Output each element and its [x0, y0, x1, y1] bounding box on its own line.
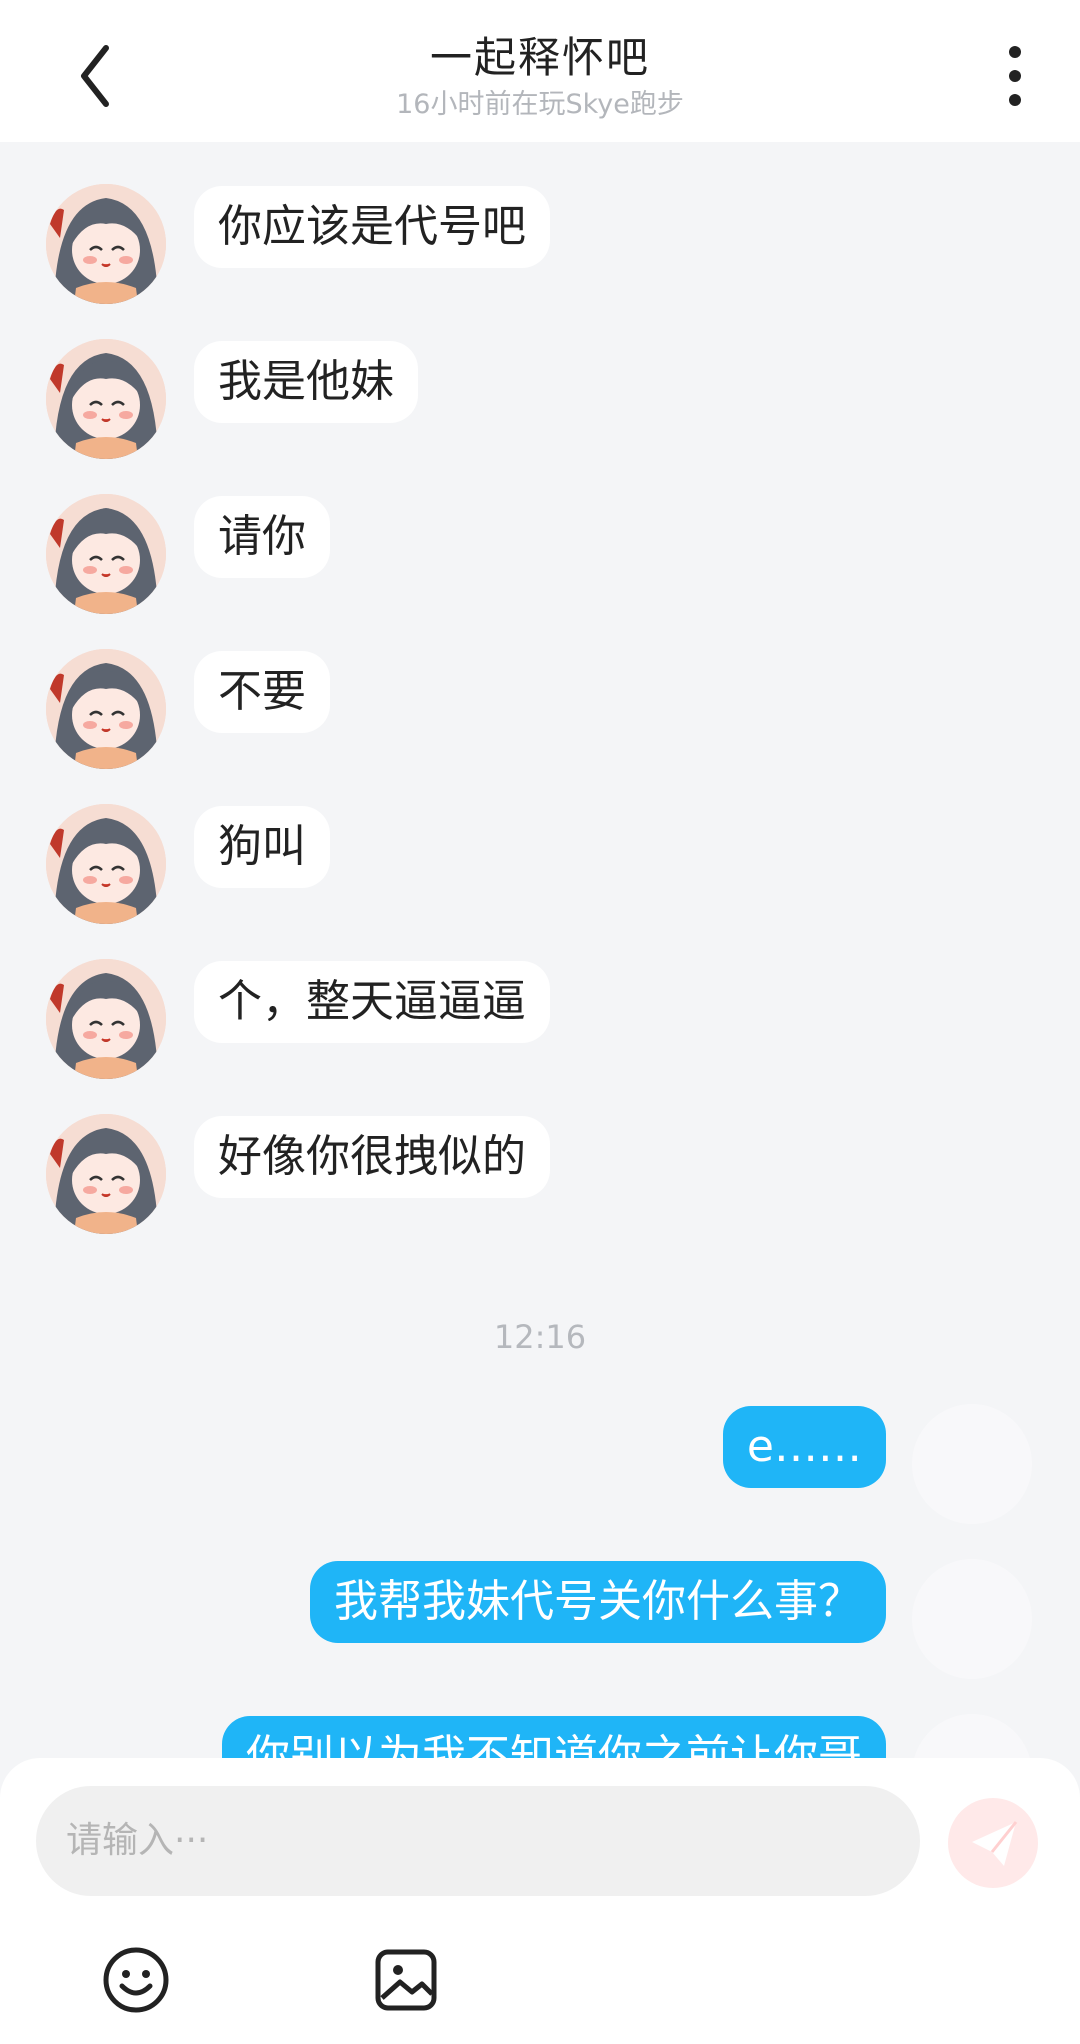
outgoing-message-bubble[interactable]: 你别以为我不知道你之前让你哥	[222, 1716, 886, 1762]
avatar[interactable]	[46, 649, 166, 769]
message-row: 狗叫	[0, 804, 1080, 924]
my-avatar[interactable]	[912, 1559, 1032, 1679]
more-vertical-icon	[1009, 46, 1021, 106]
anime-girl-avatar-icon	[46, 959, 166, 1079]
my-avatar[interactable]	[912, 1404, 1032, 1524]
message-row: 我帮我妹代号关你什么事？	[0, 1559, 1080, 1679]
message-row: e……	[0, 1404, 1080, 1524]
avatar[interactable]	[46, 339, 166, 459]
emoji-button[interactable]	[98, 1942, 174, 2018]
anime-girl-avatar-icon	[46, 494, 166, 614]
paper-plane-icon	[972, 1821, 1018, 1866]
avatar[interactable]	[46, 804, 166, 924]
chat-header: 一起释怀吧 16小时前在玩Skye跑步	[0, 0, 1080, 142]
outgoing-message-bubble[interactable]: 我帮我妹代号关你什么事？	[310, 1561, 886, 1643]
outgoing-message-bubble[interactable]: e……	[722, 1406, 886, 1488]
my-avatar[interactable]	[912, 1714, 1032, 1762]
anime-girl-avatar-icon	[46, 649, 166, 769]
image-button[interactable]	[368, 1942, 444, 2018]
image-icon	[375, 1949, 437, 2011]
message-row: 个，整天逼逼逼	[0, 959, 1080, 1079]
send-button[interactable]	[948, 1798, 1038, 1888]
chat-title: 一起释怀吧	[429, 33, 650, 82]
emoji-icon	[103, 1947, 169, 2013]
avatar[interactable]	[46, 959, 166, 1079]
incoming-message-bubble[interactable]: 好像你很拽似的	[194, 1116, 550, 1198]
message-row: 你应该是代号吧	[0, 184, 1080, 304]
incoming-message-bubble[interactable]: 我是他妹	[194, 341, 418, 423]
message-row: 不要	[0, 649, 1080, 769]
message-timestamp: 12:16	[493, 1318, 587, 1356]
avatar[interactable]	[46, 1114, 166, 1234]
message-row: 你别以为我不知道你之前让你哥	[0, 1714, 1080, 1762]
composer-panel: 请输入···	[0, 1758, 1080, 2044]
chat-status: 16小时前在玩Skye跑步	[396, 89, 684, 120]
incoming-message-bubble[interactable]: 狗叫	[194, 806, 330, 888]
anime-girl-avatar-icon	[46, 804, 166, 924]
message-list[interactable]: 你应该是代号吧 我是他妹 请你 不要 狗叫 个，整天逼逼逼 好像你很拽似的 12…	[0, 142, 1080, 1762]
avatar[interactable]	[46, 184, 166, 304]
incoming-message-bubble[interactable]: 你应该是代号吧	[194, 186, 550, 268]
incoming-message-bubble[interactable]: 不要	[194, 651, 330, 733]
message-row: 我是他妹	[0, 339, 1080, 459]
incoming-message-bubble[interactable]: 个，整天逼逼逼	[194, 961, 550, 1043]
more-button[interactable]	[980, 36, 1050, 116]
anime-girl-avatar-icon	[46, 184, 166, 304]
anime-girl-avatar-icon	[46, 1114, 166, 1234]
message-row: 请你	[0, 494, 1080, 614]
message-input[interactable]: 请输入···	[36, 1786, 920, 1896]
avatar[interactable]	[46, 494, 166, 614]
message-row: 好像你很拽似的	[0, 1114, 1080, 1234]
incoming-message-bubble[interactable]: 请你	[194, 496, 330, 578]
anime-girl-avatar-icon	[46, 339, 166, 459]
